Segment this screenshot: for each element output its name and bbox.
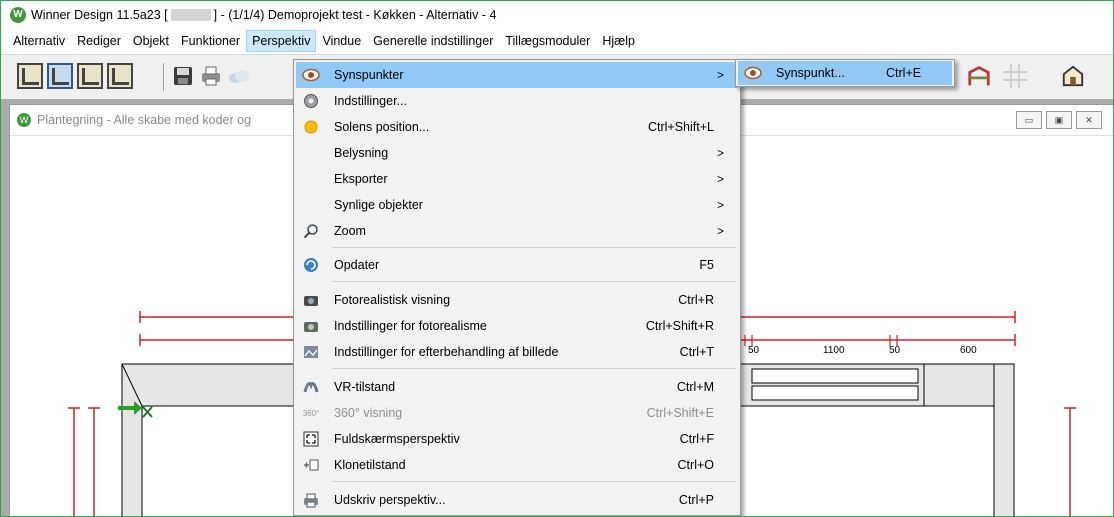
layout-straight-icon[interactable] bbox=[107, 63, 133, 89]
menu-funktioner[interactable]: Funktioner bbox=[175, 30, 246, 52]
submenu-arrow-icon: > bbox=[716, 172, 724, 186]
house-tool-icon[interactable] bbox=[1061, 64, 1085, 88]
synspunkter-submenu: Synspunkt... Ctrl+E bbox=[735, 59, 955, 87]
frame-tool-icon[interactable] bbox=[967, 64, 991, 88]
eye-icon bbox=[743, 63, 763, 83]
app-window: W Winner Design 11.5a23 [] - (1/1/4) Dem… bbox=[0, 0, 1114, 517]
window-title: Winner Design 11.5a23 [] - (1/1/4) Demop… bbox=[31, 7, 497, 22]
image-settings-icon bbox=[301, 342, 321, 362]
camera-settings-icon bbox=[301, 316, 321, 336]
submenu-arrow-icon: > bbox=[716, 224, 724, 238]
magnifier-icon bbox=[301, 221, 321, 241]
sun-icon bbox=[301, 117, 321, 137]
fullscreen-icon bbox=[301, 429, 321, 449]
layout-l-shape-icon[interactable] bbox=[17, 63, 43, 89]
dimension-label: 600 bbox=[960, 345, 977, 356]
dimension-label: 50 bbox=[889, 345, 901, 356]
print-icon[interactable] bbox=[199, 64, 223, 88]
menu-item-fuldskaermsperspektiv[interactable]: Fuldskærmsperspektiv Ctrl+F bbox=[296, 426, 738, 452]
clone-icon bbox=[301, 455, 321, 475]
menu-item-synspunkter[interactable]: Synspunkter > bbox=[296, 62, 738, 88]
child-window-icon: W bbox=[17, 113, 31, 127]
submenu-arrow-icon: > bbox=[716, 146, 724, 160]
submenu-arrow-icon: > bbox=[716, 198, 724, 212]
menu-item-udskriv-perspektiv[interactable]: Udskriv perspektiv... Ctrl+P bbox=[296, 487, 738, 513]
save-icon[interactable] bbox=[171, 64, 195, 88]
layout-corner-icon[interactable] bbox=[77, 63, 103, 89]
menu-rediger[interactable]: Rediger bbox=[71, 30, 127, 52]
menu-item-opdater[interactable]: Opdater F5 bbox=[296, 252, 738, 278]
child-window-title: Plantegning - Alle skabe med koder og bbox=[37, 113, 252, 127]
menu-item-synspunkt[interactable]: Synspunkt... Ctrl+E bbox=[738, 61, 952, 85]
menu-hjaelp[interactable]: Hjælp bbox=[596, 30, 641, 52]
menu-separator bbox=[332, 481, 736, 482]
menu-separator bbox=[332, 368, 736, 369]
menu-separator bbox=[332, 281, 736, 282]
menu-item-vr-tilstand[interactable]: VR-tilstand Ctrl+M bbox=[296, 374, 738, 400]
minimize-button[interactable]: ▭ bbox=[1016, 111, 1042, 129]
menu-vindue[interactable]: Vindue bbox=[316, 30, 367, 52]
camera-icon bbox=[301, 290, 321, 310]
menu-tillaegsmoduler[interactable]: Tillægsmoduler bbox=[499, 30, 596, 52]
menu-item-klonetilstand[interactable]: Klonetilstand Ctrl+O bbox=[296, 452, 738, 478]
dimension-label: 1100 bbox=[823, 345, 845, 356]
menu-item-indstillinger-efterbehandling[interactable]: Indstillinger for efterbehandling af bil… bbox=[296, 339, 738, 365]
vr-icon bbox=[301, 377, 321, 397]
menu-alternativ[interactable]: Alternativ bbox=[7, 30, 71, 52]
dimension-label: 50 bbox=[748, 345, 760, 356]
maximize-button[interactable]: ▣ bbox=[1046, 111, 1072, 129]
close-button[interactable]: ✕ bbox=[1076, 111, 1102, 129]
printer-icon bbox=[301, 490, 321, 510]
app-logo-icon: W bbox=[10, 6, 26, 23]
gear-icon bbox=[301, 91, 321, 111]
360-icon: 360° bbox=[302, 408, 320, 418]
menu-item-zoom[interactable]: Zoom > bbox=[296, 218, 738, 244]
menu-generelle-indstillinger[interactable]: Generelle indstillinger bbox=[367, 30, 499, 52]
eye-icon bbox=[301, 65, 321, 85]
redacted-text bbox=[170, 9, 211, 22]
menu-separator bbox=[332, 247, 736, 248]
menu-item-indstillinger-fotorealisme[interactable]: Indstillinger for fotorealisme Ctrl+Shif… bbox=[296, 313, 738, 339]
layout-u-shape-icon[interactable] bbox=[47, 63, 73, 89]
toolbar-separator bbox=[163, 63, 164, 91]
grid-tool-icon[interactable] bbox=[1003, 64, 1027, 88]
menu-item-fotorealistisk-visning[interactable]: Fotorealistisk visning Ctrl+R bbox=[296, 287, 738, 313]
perspektiv-dropdown-menu: Synspunkter > Indstillinger... Solens po… bbox=[293, 59, 741, 516]
submenu-arrow-icon: > bbox=[716, 68, 724, 82]
menu-perspektiv[interactable]: Perspektiv bbox=[246, 30, 317, 52]
menu-item-360-visning[interactable]: 360° 360° visning Ctrl+Shift+E bbox=[296, 400, 738, 426]
title-bar: W Winner Design 11.5a23 [] - (1/1/4) Dem… bbox=[1, 1, 1113, 28]
menu-item-eksporter[interactable]: Eksporter > bbox=[296, 166, 738, 192]
menu-bar: Alternativ Rediger Objekt Funktioner Per… bbox=[1, 28, 1113, 54]
menu-objekt[interactable]: Objekt bbox=[127, 30, 175, 52]
cloud-icon[interactable] bbox=[227, 64, 251, 88]
refresh-icon bbox=[301, 255, 321, 275]
menu-item-indstillinger[interactable]: Indstillinger... bbox=[296, 88, 738, 114]
menu-item-solens-position[interactable]: Solens position... Ctrl+Shift+L bbox=[296, 114, 738, 140]
menu-item-synlige-objekter[interactable]: Synlige objekter > bbox=[296, 192, 738, 218]
menu-item-belysning[interactable]: Belysning > bbox=[296, 140, 738, 166]
